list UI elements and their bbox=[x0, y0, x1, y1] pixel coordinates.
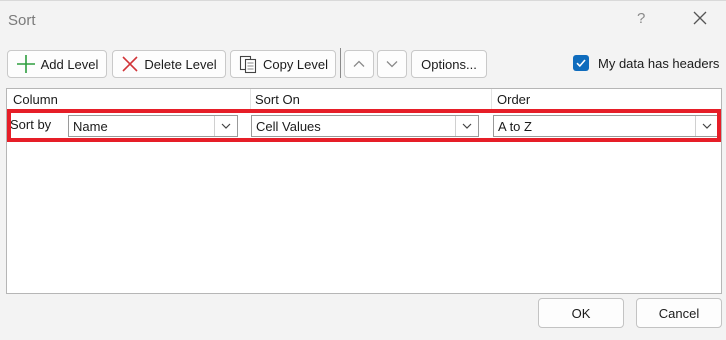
column-header: Column bbox=[13, 92, 58, 107]
options-label: Options... bbox=[421, 56, 477, 72]
chevron-up-icon bbox=[352, 57, 366, 71]
my-data-has-headers-checkbox[interactable]: My data has headers bbox=[573, 55, 719, 71]
copy-level-button[interactable]: Copy Level bbox=[230, 50, 336, 78]
add-level-label: Add Level bbox=[40, 56, 99, 72]
checkbox-checked-icon[interactable] bbox=[573, 55, 589, 71]
order-header: Order bbox=[497, 92, 531, 107]
move-down-button[interactable] bbox=[377, 50, 407, 78]
cancel-button[interactable]: Cancel bbox=[636, 298, 722, 328]
delete-level-button[interactable]: Delete Level bbox=[112, 50, 226, 78]
header-divider bbox=[250, 89, 251, 111]
headers-checkbox-label: My data has headers bbox=[598, 55, 720, 71]
options-button[interactable]: Options... bbox=[411, 50, 487, 78]
plus-icon bbox=[16, 54, 36, 74]
copy-icon bbox=[238, 54, 258, 74]
delete-level-label: Delete Level bbox=[144, 56, 217, 72]
sort-by-row-highlight bbox=[7, 109, 721, 142]
close-icon[interactable] bbox=[688, 6, 712, 30]
dialog-title: Sort bbox=[8, 12, 36, 29]
copy-level-label: Copy Level bbox=[262, 56, 329, 72]
header-divider bbox=[491, 89, 492, 111]
chevron-down-icon bbox=[385, 57, 399, 71]
sort-levels-grid: Column Sort On Order Sort by Name Cell V… bbox=[6, 88, 722, 294]
help-icon[interactable]: ? bbox=[637, 10, 645, 27]
window-top-border bbox=[0, 0, 726, 1]
toolbar-separator bbox=[340, 48, 341, 78]
sort-on-header: Sort On bbox=[255, 92, 300, 107]
move-up-button[interactable] bbox=[344, 50, 374, 78]
ok-button[interactable]: OK bbox=[538, 298, 624, 328]
delete-x-icon bbox=[121, 55, 139, 73]
add-level-button[interactable]: Add Level bbox=[7, 50, 107, 78]
